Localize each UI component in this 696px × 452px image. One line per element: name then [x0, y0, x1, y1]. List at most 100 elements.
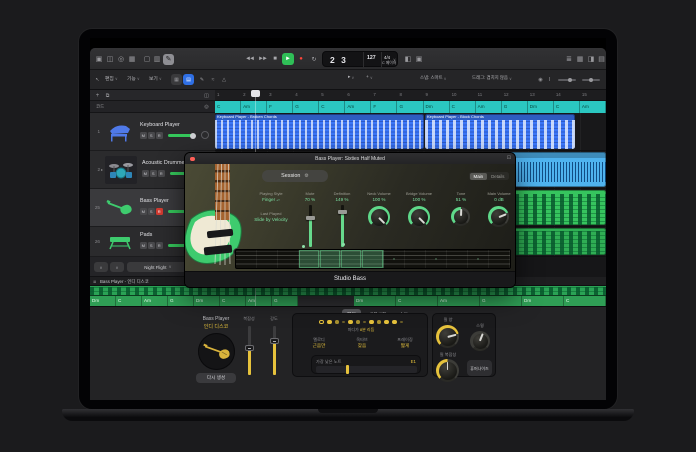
- record-button[interactable]: ●: [295, 53, 307, 65]
- chord-cell[interactable]: Am: [345, 101, 371, 113]
- chord-cell[interactable]: C: [215, 101, 241, 113]
- humanize-button[interactable]: 휴머나이즈: [467, 360, 492, 376]
- lowest-note-slider[interactable]: [316, 366, 417, 373]
- track-sort-icon[interactable]: ◫: [202, 91, 211, 100]
- fret-cell[interactable]: [447, 250, 468, 268]
- complexity-slider[interactable]: [248, 326, 251, 375]
- main-view-button[interactable]: Main: [470, 173, 488, 180]
- fill-complexity-knob[interactable]: [436, 359, 459, 382]
- fret-cell[interactable]: [299, 250, 320, 268]
- record-enable-button[interactable]: R: [156, 132, 163, 139]
- chord-cell[interactable]: G: [397, 101, 423, 113]
- fret-cell[interactable]: [426, 250, 447, 268]
- volume-slider[interactable]: [168, 134, 194, 137]
- fret-cell[interactable]: [341, 250, 362, 268]
- inspector-icon[interactable]: ◫: [105, 53, 115, 65]
- mute-button[interactable]: M: [142, 170, 149, 177]
- library-icon[interactable]: ▣: [94, 53, 104, 65]
- chord-cell[interactable]: Dm: [528, 101, 554, 113]
- editor-chord-cell[interactable]: Am: [142, 296, 168, 306]
- chord-cell[interactable]: Am: [580, 101, 606, 113]
- count-in-icon[interactable]: ▣: [414, 53, 424, 65]
- view-menu[interactable]: 보기∨: [149, 75, 162, 82]
- chord-cell[interactable]: F: [371, 101, 397, 113]
- fret-cell[interactable]: [405, 250, 426, 268]
- edit-menu[interactable]: 편집∨: [105, 75, 118, 82]
- pan-knob[interactable]: [201, 131, 209, 139]
- ruler-bar[interactable]: 12: [502, 90, 528, 100]
- v-zoom-slider[interactable]: [582, 79, 600, 81]
- duplicate-track-icon[interactable]: ⧉: [103, 91, 112, 100]
- chord-cell[interactable]: G: [502, 101, 528, 113]
- tone-knob[interactable]: [451, 207, 470, 226]
- fret-cell[interactable]: [320, 250, 341, 268]
- editors-icon[interactable]: ▥: [152, 53, 162, 65]
- editor-zoom-menu[interactable]: ∨: [94, 262, 108, 272]
- chord-cell[interactable]: F: [267, 101, 293, 113]
- editor-chord-cell[interactable]: G: [480, 296, 522, 306]
- bin-icon[interactable]: ▢: [142, 53, 152, 65]
- details-view-button[interactable]: Details: [487, 173, 508, 180]
- fill-amount-knob[interactable]: [436, 325, 459, 348]
- ruler-bar[interactable]: 13: [528, 90, 554, 100]
- ruler-bar[interactable]: 5: [319, 90, 345, 100]
- region-broken-chords[interactable]: Keyboard Player - Broken Chords: [215, 114, 424, 149]
- ruler-bar[interactable]: 9: [424, 90, 450, 100]
- snap-menu[interactable]: 스냅: 스마트∨: [420, 75, 447, 81]
- text-tool-icon[interactable]: I: [546, 74, 553, 85]
- region-block-chords[interactable]: Keyboard Player - Block Chords: [425, 114, 575, 149]
- pencil-icon[interactable]: ✎: [163, 54, 174, 65]
- disclosure-icon[interactable]: ▸: [101, 167, 103, 172]
- ruler-bar[interactable]: 8: [397, 90, 423, 100]
- fret-cell[interactable]: [489, 250, 510, 268]
- ruler-bar[interactable]: 6: [345, 90, 371, 100]
- automation-icon[interactable]: ✎: [197, 74, 207, 85]
- mute-slider[interactable]: [309, 205, 312, 247]
- chord-track-power-icon[interactable]: ◎: [202, 103, 211, 112]
- editor-chord-cell[interactable]: Dm: [522, 296, 564, 306]
- add-track-icon[interactable]: +: [93, 91, 102, 100]
- quick-help-icon[interactable]: ◎: [116, 53, 126, 65]
- chord-cell[interactable]: C: [319, 101, 345, 113]
- style-name-label[interactable]: 인디 디스코: [176, 323, 256, 330]
- editor-chord-cell[interactable]: Am: [438, 296, 480, 306]
- editor-view-menu[interactable]: ∨: [110, 262, 124, 272]
- toolbar-icon[interactable]: ▦: [127, 53, 137, 65]
- editor-chord-cell[interactable]: Dm: [354, 296, 396, 306]
- fretboard[interactable]: [235, 249, 511, 269]
- solo-button[interactable]: S: [148, 132, 155, 139]
- notes-icon[interactable]: ▤: [597, 53, 606, 65]
- regenerate-button[interactable]: 다시 생성: [196, 373, 236, 383]
- fret-cell[interactable]: [384, 250, 405, 268]
- mute-button[interactable]: M: [140, 132, 147, 139]
- command-click-tool[interactable]: +∨: [366, 75, 373, 80]
- ruler-bar[interactable]: 11: [476, 90, 502, 100]
- loops-browser-icon[interactable]: ◨: [586, 53, 596, 65]
- playhead-handle[interactable]: [251, 90, 260, 97]
- tuner-icon[interactable]: ◧: [403, 53, 413, 65]
- editor-chord-cell[interactable]: C: [396, 296, 438, 306]
- ruler-bar[interactable]: 14: [554, 90, 580, 100]
- definition-slider[interactable]: [341, 205, 344, 247]
- grid-view-icon[interactable]: ▦: [171, 74, 182, 85]
- pointer-tool-icon[interactable]: ↖: [93, 74, 102, 85]
- editor-chord-cell[interactable]: C: [564, 296, 606, 306]
- rewind-button[interactable]: ◄◄: [243, 53, 255, 65]
- fret-cell[interactable]: [236, 250, 257, 268]
- swing-knob[interactable]: [470, 331, 490, 351]
- chord-cell[interactable]: C: [554, 101, 580, 113]
- chord-cell[interactable]: G: [293, 101, 319, 113]
- cycle-button[interactable]: ↻: [308, 53, 320, 65]
- solo-button[interactable]: S: [150, 170, 157, 177]
- list-editors-icon[interactable]: ≣: [564, 53, 574, 65]
- play-button[interactable]: ►: [282, 53, 294, 65]
- bar-ruler[interactable]: 123456789101112131415: [215, 90, 606, 101]
- ruler-bar[interactable]: 4: [293, 90, 319, 100]
- lcd-display[interactable]: 2 3 127 4/4 C 메이저 ∨: [322, 51, 398, 67]
- song-section-menu[interactable]: Night Flight∨: [127, 262, 189, 272]
- solo-button[interactable]: S: [148, 242, 155, 249]
- flex-icon[interactable]: ≈: [208, 74, 218, 85]
- phrasing-popup[interactable]: 프레이징 짧게: [385, 337, 425, 349]
- editor-chord-cell[interactable]: G: [272, 296, 298, 306]
- chord-cell[interactable]: Am: [476, 101, 502, 113]
